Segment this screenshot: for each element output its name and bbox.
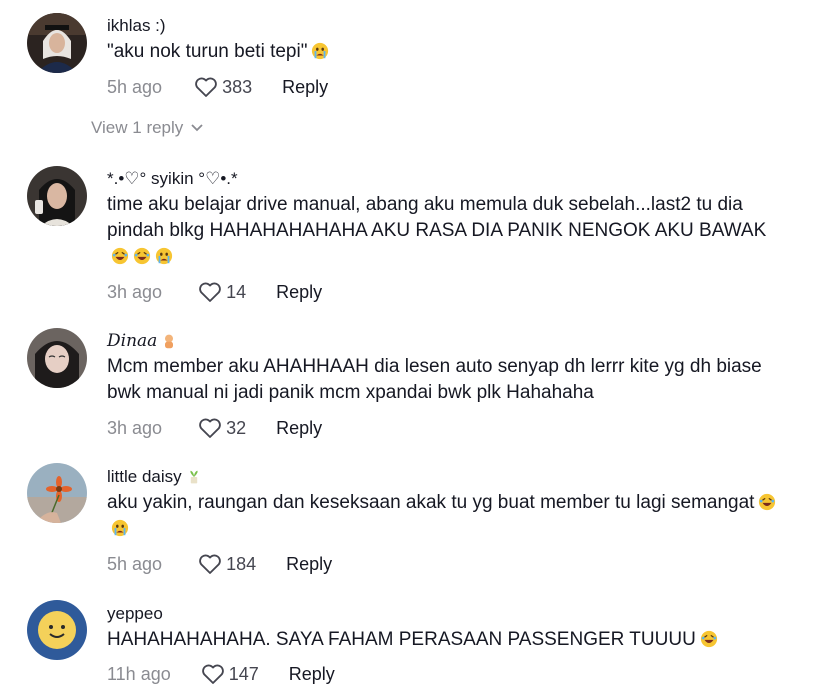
comment-meta: 5h ago 184 Reply <box>107 551 332 577</box>
comment-time: 3h ago <box>107 417 163 438</box>
like-count: 184 <box>226 553 257 574</box>
like-button[interactable]: 32 <box>198 417 246 439</box>
avatar[interactable] <box>27 600 87 660</box>
reply-button[interactable]: Reply <box>276 282 322 303</box>
comment-text: time aku belajar drive manual, abang aku… <box>107 192 787 270</box>
avatar[interactable] <box>27 13 87 73</box>
like-button[interactable]: 184 <box>198 553 256 575</box>
heart-icon <box>199 554 221 574</box>
comment-username[interactable]: yeppeo <box>107 604 163 624</box>
crying-face-icon <box>111 519 129 537</box>
like-count: 14 <box>226 281 247 302</box>
heart-icon <box>199 282 221 302</box>
heart-icon <box>201 664 224 684</box>
heart-icon <box>195 77 217 97</box>
potted-plant-icon <box>190 470 198 484</box>
comment-username[interactable]: *.•♡° syikin °♡•.* <box>107 169 238 189</box>
reply-button[interactable]: Reply <box>286 554 332 575</box>
comment-username[interactable]: ikhlas :) <box>107 16 166 36</box>
comment-meta: 3h ago 14 Reply <box>107 279 322 305</box>
laughing-face-icon <box>700 630 717 648</box>
crying-face-icon <box>155 247 173 265</box>
comment-meta: 3h ago 32 Reply <box>107 415 322 441</box>
avatar[interactable] <box>27 166 87 226</box>
laughing-face-icon <box>759 493 776 511</box>
comment-meta: 5h ago 383 Reply <box>107 74 328 100</box>
laughing-face-icon <box>133 247 151 265</box>
like-count: 383 <box>222 76 253 97</box>
comment-text: aku yakin, raungan dan keseksaan akak tu… <box>107 490 787 542</box>
like-button[interactable]: 383 <box>194 76 252 98</box>
like-button[interactable]: 14 <box>198 281 246 303</box>
avatar[interactable] <box>27 328 87 388</box>
comment-time: 5h ago <box>107 553 163 574</box>
avatar[interactable] <box>27 463 87 523</box>
view-replies-label: View 1 reply <box>91 118 184 137</box>
comment-meta: 11h ago 147 Reply <box>107 661 335 687</box>
crying-face-icon <box>312 42 329 60</box>
heart-icon <box>199 418 221 438</box>
comment-text: HAHAHAHAHAHA. SAYA FAHAM PERASAAN PASSEN… <box>107 627 787 653</box>
baby-icon <box>165 334 174 349</box>
comment-time: 3h ago <box>107 281 163 302</box>
like-count: 147 <box>228 663 259 684</box>
view-replies-button[interactable]: View 1 reply <box>91 118 203 138</box>
comment-text: "aku nok turun beti tepi" <box>107 39 787 65</box>
chevron-down-icon <box>191 124 203 132</box>
comment-time: 11h ago <box>107 663 171 684</box>
comment-time: 5h ago <box>107 76 163 97</box>
like-button[interactable]: 147 <box>201 663 259 685</box>
like-count: 32 <box>226 417 247 438</box>
reply-button[interactable]: Reply <box>282 77 328 98</box>
reply-button[interactable]: Reply <box>276 418 322 439</box>
comment-username[interactable]: Dinaa <box>107 331 177 351</box>
reply-button[interactable]: Reply <box>289 664 335 685</box>
comment-text: Mcm member aku AHAHHAAH dia lesen auto s… <box>107 356 762 403</box>
laughing-face-icon <box>111 247 129 265</box>
comment-username[interactable]: little daisy <box>107 467 202 487</box>
